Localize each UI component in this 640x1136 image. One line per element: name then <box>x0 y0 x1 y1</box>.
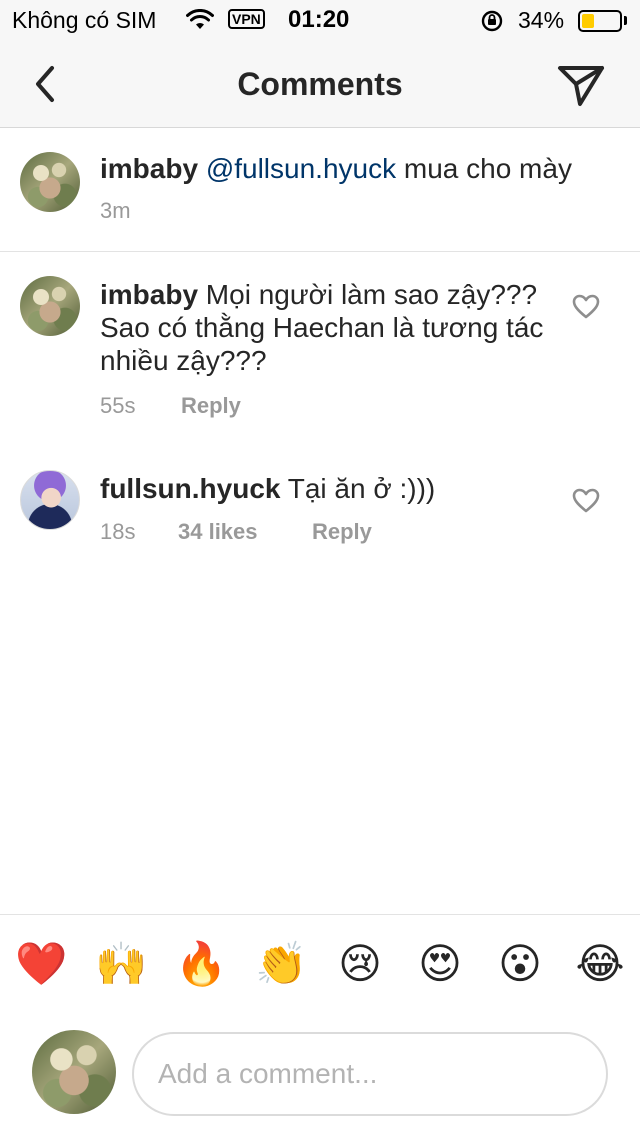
emoji-quick-bar: ❤️ 🙌 🔥 👏 😢 😍 😮 😂 <box>0 914 640 1024</box>
comment-username[interactable]: imbaby <box>100 279 198 310</box>
emoji-crying[interactable]: 😢 <box>335 939 385 989</box>
vpn-badge: VPN <box>228 9 265 29</box>
emoji-laughing[interactable]: 😂 <box>575 939 625 989</box>
wifi-icon <box>186 9 214 29</box>
caption-body: mua cho mày <box>396 153 572 184</box>
comment-time: 55s <box>100 393 136 418</box>
composer-avatar <box>32 1030 116 1114</box>
like-count[interactable]: 34 likes <box>178 519 258 545</box>
caption-mention[interactable]: @fullsun.hyuck <box>206 153 396 184</box>
caption-time: 3m <box>100 198 131 223</box>
emoji-heart-eyes[interactable]: 😍 <box>415 939 465 989</box>
avatar[interactable] <box>20 152 80 212</box>
battery-level-fill <box>582 14 594 28</box>
reply-button[interactable]: Reply <box>312 519 372 545</box>
heart-icon[interactable] <box>572 488 600 514</box>
battery-tip <box>624 16 627 25</box>
emoji-clapping[interactable]: 👏 <box>255 939 307 989</box>
paper-plane-icon[interactable] <box>556 62 606 108</box>
status-bar: Không có SIM VPN 01:20 34% <box>0 0 640 40</box>
emoji-surprised[interactable]: 😮 <box>495 939 545 989</box>
caption-text: imbaby @fullsun.hyuck mua cho mày <box>100 152 620 185</box>
comment-body: Tại ăn ở :))) <box>280 473 436 504</box>
avatar[interactable] <box>20 276 80 336</box>
comment-username[interactable]: fullsun.hyuck <box>100 473 280 504</box>
page-title: Comments <box>237 66 403 102</box>
comment-input[interactable] <box>132 1032 608 1116</box>
caption-username[interactable]: imbaby <box>100 153 198 184</box>
heart-icon[interactable] <box>572 294 600 320</box>
carrier-label: Không có SIM <box>12 7 157 33</box>
emoji-heart[interactable]: ❤️ <box>15 939 67 989</box>
post-caption: imbaby @fullsun.hyuck mua cho mày 3m <box>0 128 640 252</box>
emoji-raising-hands[interactable]: 🙌 <box>95 939 147 989</box>
battery-icon <box>578 10 622 32</box>
emoji-fire[interactable]: 🔥 <box>175 939 227 989</box>
comment-text: imbaby Mọi người làm sao zậy??? Sao có t… <box>100 278 560 377</box>
orientation-lock-icon <box>481 10 503 32</box>
comment-text: fullsun.hyuck Tại ăn ở :))) <box>100 472 560 505</box>
reply-button[interactable]: Reply <box>181 393 241 419</box>
navigation-bar: Comments <box>0 40 640 128</box>
comment-time: 18s <box>100 519 136 544</box>
battery-percent: 34% <box>518 7 565 33</box>
avatar[interactable] <box>20 470 80 530</box>
clock: 01:20 <box>288 6 350 33</box>
